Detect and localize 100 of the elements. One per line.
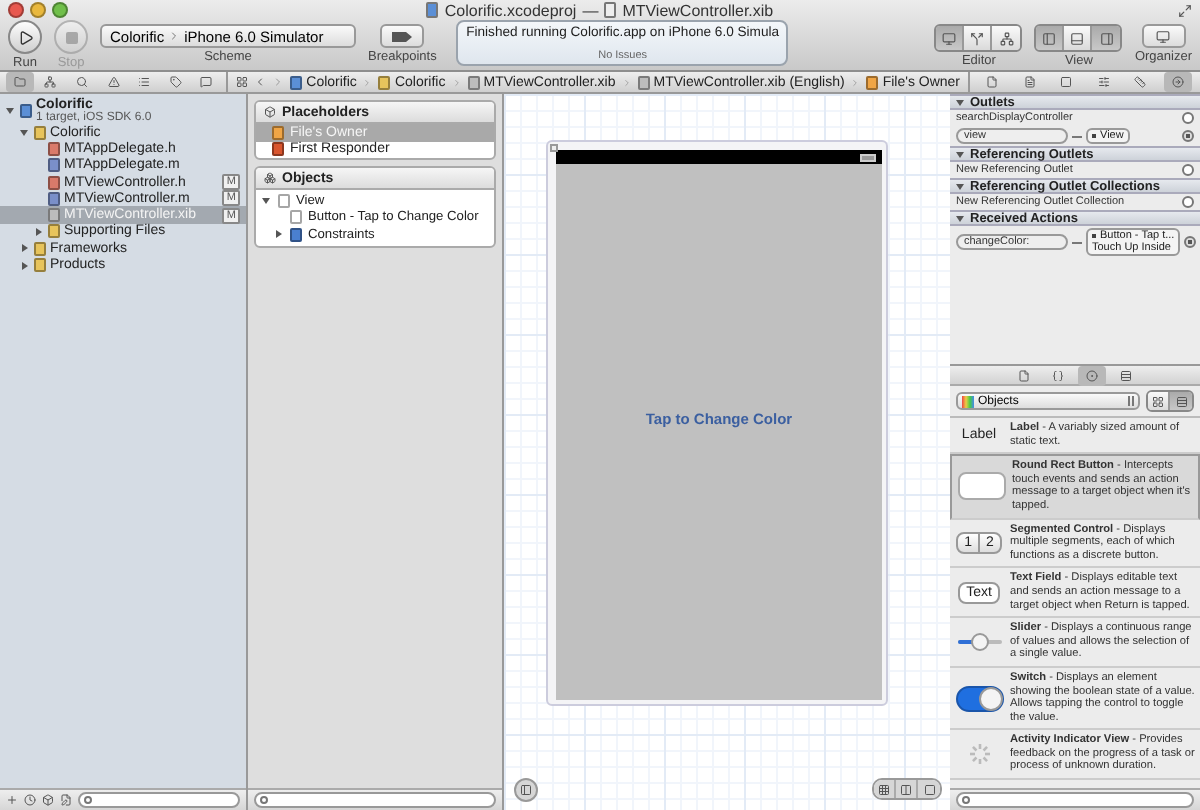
disclosure-icon[interactable] [6, 108, 14, 114]
view-toggle-button[interactable] [1064, 26, 1093, 50]
folder-icon [378, 75, 391, 89]
cubes-icon [264, 172, 276, 184]
editor-mode-button[interactable] [992, 26, 1021, 50]
view-segmented-control[interactable] [1034, 24, 1123, 52]
circle-icon [1086, 369, 1098, 381]
list-icon [138, 76, 151, 88]
hierarchy-icon [44, 76, 57, 88]
constraints-icon [290, 227, 302, 242]
chevron-icon [362, 77, 373, 87]
warning-icon [107, 76, 120, 88]
list-icon [1175, 395, 1187, 407]
zoom-out-button[interactable] [874, 780, 896, 798]
title-separator: — [582, 1, 599, 19]
connection-circle-icon[interactable] [1182, 130, 1194, 142]
view-toggle-button[interactable] [1092, 26, 1121, 50]
disclosure-icon[interactable] [956, 99, 964, 105]
view-toggle-button[interactable] [1036, 26, 1065, 50]
document-icon [48, 208, 60, 223]
connection-circle-icon[interactable] [1182, 196, 1194, 208]
play-icon [17, 29, 33, 45]
actual-size-button[interactable] [896, 780, 918, 798]
disclosure-icon[interactable] [956, 183, 964, 189]
editor-mode-button[interactable] [936, 26, 965, 50]
chevron-icon [168, 30, 181, 42]
minimize-button[interactable] [30, 2, 46, 18]
category-icon [962, 395, 974, 407]
right-panel-icon [1099, 31, 1114, 45]
back-icon [254, 76, 267, 88]
disclosure-icon[interactable] [20, 129, 28, 136]
inspector-tab[interactable] [1163, 72, 1192, 92]
connection-circle-icon[interactable] [1184, 236, 1197, 248]
columns-icon [900, 783, 912, 795]
file-icon [986, 76, 999, 88]
source-file-icon [48, 158, 60, 173]
split-editor-icon [970, 31, 985, 45]
left-panel-icon [1042, 31, 1057, 45]
connection-circle-icon[interactable] [1182, 112, 1194, 124]
editor-icon [942, 31, 957, 45]
bottom-panel-icon [1070, 31, 1085, 45]
disclosure-icon[interactable] [262, 197, 270, 204]
arrow-circle-icon [1171, 76, 1184, 88]
square-icon [923, 783, 935, 795]
chevron-icon [850, 77, 861, 87]
editor-segmented-control[interactable] [934, 24, 1023, 52]
outline-toggle-button[interactable] [514, 778, 538, 802]
layout-toggle-button[interactable] [1148, 392, 1170, 410]
chevron-icon [621, 77, 632, 87]
tag-icon [169, 76, 182, 88]
layout-segmented-control[interactable] [1146, 390, 1194, 412]
header-file-icon [48, 175, 60, 190]
list-icon [1120, 369, 1132, 381]
folder-icon [34, 125, 46, 140]
stepper-icon [1128, 396, 1134, 406]
document-icon [637, 75, 650, 89]
document-icon [1023, 76, 1036, 88]
file-icon [1018, 369, 1030, 381]
breakpoints-button[interactable] [380, 24, 425, 48]
disclosure-icon[interactable] [956, 215, 964, 221]
add-icon [6, 794, 18, 806]
braces-icon [1052, 369, 1064, 381]
speech-bubble-icon [200, 76, 213, 88]
header-file-icon [48, 141, 60, 156]
slider-icon [955, 632, 1003, 653]
resize-handle-icon[interactable] [550, 144, 558, 152]
project-icon [20, 104, 32, 118]
grid-icon [1152, 395, 1164, 407]
organizer-button[interactable] [1141, 24, 1186, 48]
zoom-button[interactable] [52, 2, 68, 18]
filter-icon [260, 796, 268, 804]
grid-icon [878, 783, 890, 795]
library-tab[interactable] [1078, 365, 1106, 385]
version-icon [999, 31, 1014, 45]
square-icon [1060, 76, 1073, 88]
filter-field[interactable] [254, 792, 496, 808]
monitor-icon [1156, 29, 1171, 43]
fullscreen-icon [1178, 3, 1192, 17]
ruler-icon [1134, 76, 1147, 88]
spinner-icon [967, 742, 991, 767]
connection-circle-icon[interactable] [1182, 164, 1194, 176]
edit-document-icon [60, 794, 72, 806]
cube-icon [866, 75, 879, 89]
disclosure-icon[interactable] [275, 230, 281, 239]
cube-icon [264, 106, 276, 118]
editor-mode-button[interactable] [964, 26, 993, 50]
filter-icon [84, 796, 92, 804]
filter-field[interactable] [956, 792, 1194, 808]
zoom-in-button[interactable] [918, 780, 940, 798]
project-icon [426, 2, 439, 18]
run-button[interactable] [8, 20, 42, 54]
navigator-tab[interactable] [5, 72, 34, 92]
source-file-icon [48, 191, 60, 206]
close-button[interactable] [8, 2, 24, 18]
filter-field[interactable] [78, 792, 240, 808]
layout-toggle-button[interactable] [1170, 392, 1192, 410]
chevron-icon [451, 77, 462, 87]
document-icon [604, 2, 617, 18]
disclosure-icon[interactable] [956, 151, 964, 157]
button-preview [957, 472, 1005, 501]
